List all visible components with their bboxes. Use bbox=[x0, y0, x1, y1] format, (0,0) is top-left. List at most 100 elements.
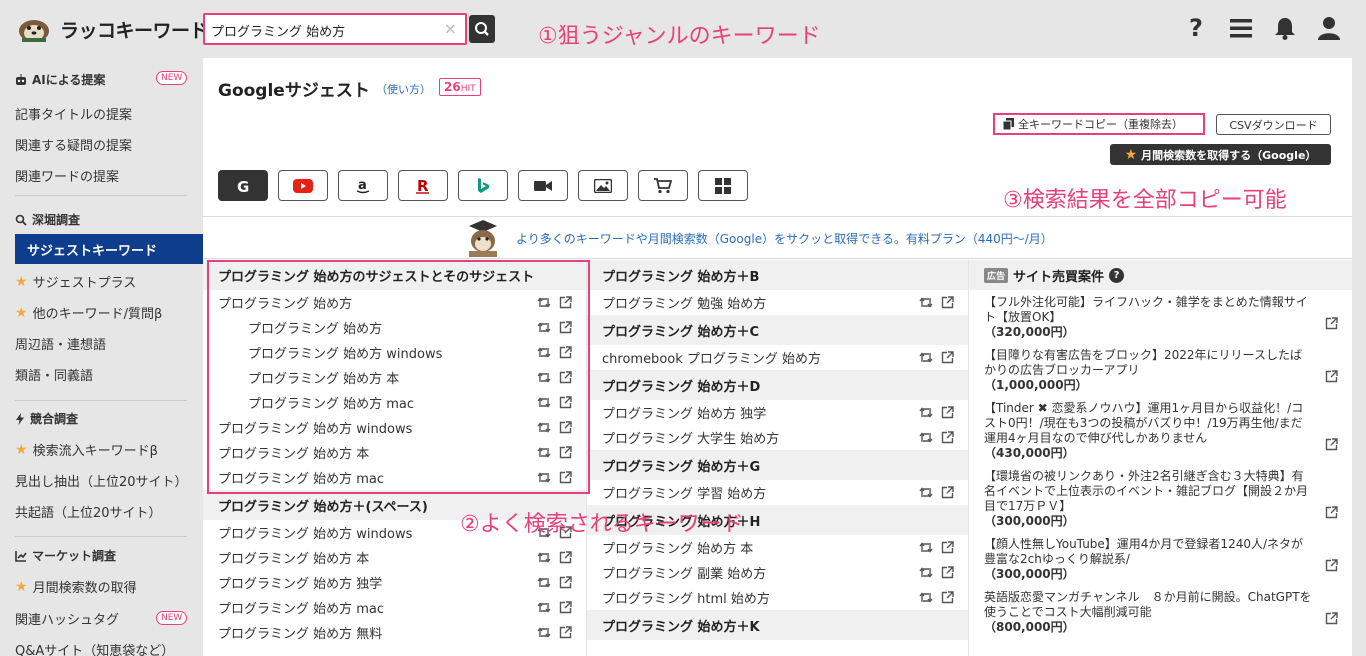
keyword-text[interactable]: プログラミング 始め方 無料 bbox=[218, 623, 382, 642]
sidebar-item-synonyms[interactable]: 類語・同義語 bbox=[15, 365, 93, 384]
menu-icon[interactable] bbox=[1230, 18, 1252, 42]
retweet-icon[interactable] bbox=[919, 566, 933, 579]
keyword-text[interactable]: プログラミング 始め方 windows bbox=[218, 523, 412, 542]
retweet-icon[interactable] bbox=[919, 541, 933, 554]
keyword-text[interactable]: プログラミング 始め方 本 bbox=[602, 538, 753, 557]
howto-link[interactable]: （使い方） bbox=[376, 81, 431, 97]
sidebar-item-cooccurrence[interactable]: 共起語（上位20サイト） bbox=[15, 502, 162, 521]
csv-download-button[interactable]: CSVダウンロード bbox=[1216, 114, 1331, 135]
sidebar-item-monthly-volume[interactable]: ★ 月間検索数の取得 bbox=[15, 577, 137, 597]
keyword-text[interactable]: chromebook プログラミング 始め方 bbox=[602, 348, 821, 367]
external-link-icon[interactable] bbox=[559, 576, 572, 589]
clear-icon[interactable]: × bbox=[444, 19, 457, 38]
retweet-icon[interactable] bbox=[919, 296, 933, 309]
help-icon[interactable]: ? bbox=[1109, 267, 1125, 283]
keyword-text[interactable]: プログラミング 始め方 独学 bbox=[602, 403, 766, 422]
site-sale-item[interactable]: 【Tinder ✖ 恋愛系ノウハウ】運用1ヶ月目から収益化！/コスト0円！/現在… bbox=[969, 401, 1352, 461]
site-sale-item[interactable]: 【環境省の被リンクあり・外注2名引継ぎ含む３大特典】有名イベントで上位表示のイベ… bbox=[969, 469, 1352, 529]
logo[interactable]: ラッコキーワード bbox=[14, 14, 209, 44]
external-link-icon[interactable] bbox=[941, 486, 954, 499]
external-link-icon[interactable] bbox=[1325, 438, 1338, 455]
keyword-text[interactable]: プログラミング 始め方 本 bbox=[218, 548, 369, 567]
retweet-icon[interactable] bbox=[537, 551, 551, 564]
retweet-icon[interactable] bbox=[919, 591, 933, 604]
keyword-row[interactable]: プログラミング 勉強 始め方 bbox=[587, 290, 968, 315]
help-icon[interactable]: ? bbox=[1186, 14, 1208, 46]
external-link-icon[interactable] bbox=[941, 431, 954, 444]
external-link-icon[interactable] bbox=[1325, 317, 1338, 334]
retweet-icon[interactable] bbox=[919, 406, 933, 419]
keyword-text[interactable]: プログラミング 始め方 独学 bbox=[218, 573, 382, 592]
copy-all-button[interactable]: 全キーワードコピー（重複除去） bbox=[993, 113, 1205, 135]
site-sale-item[interactable]: 【目障りな有害広告をブロック】2022年にリリースしたばかりの広告ブロッカーアプ… bbox=[969, 348, 1352, 393]
site-sale-item[interactable]: 英語版恋愛マンガチャンネル ８か月前に開設。ChatGPTを使うことでコスト大幅… bbox=[969, 590, 1352, 635]
sidebar-item-suggest-keyword[interactable]: サジェストキーワード bbox=[15, 234, 203, 264]
tab-video[interactable] bbox=[518, 170, 568, 201]
external-link-icon[interactable] bbox=[941, 591, 954, 604]
keyword-row[interactable]: プログラミング 始め方 独学 bbox=[203, 570, 586, 595]
keyword-text[interactable]: プログラミング 副業 始め方 bbox=[602, 563, 766, 582]
site-sale-title[interactable]: 【顔人性無しYouTube】運用4か月で登録者1240人/ネタが豊富な2chゆっ… bbox=[984, 537, 1312, 567]
external-link-icon[interactable] bbox=[559, 601, 572, 614]
sidebar-item-title-suggest[interactable]: 記事タイトルの提案 bbox=[15, 104, 132, 123]
site-sale-title[interactable]: 【Tinder ✖ 恋愛系ノウハウ】運用1ヶ月目から収益化！/コスト0円！/現在… bbox=[984, 401, 1312, 446]
retweet-icon[interactable] bbox=[537, 626, 551, 639]
keyword-row[interactable]: プログラミング html 始め方 bbox=[587, 585, 968, 610]
retweet-icon[interactable] bbox=[919, 351, 933, 364]
retweet-icon[interactable] bbox=[537, 601, 551, 614]
retweet-icon[interactable] bbox=[919, 486, 933, 499]
sidebar-item-related-words[interactable]: 周辺語・連想語 bbox=[15, 334, 106, 353]
site-sale-item[interactable]: 【フル外注化可能】ライフハック・雑学をまとめた情報サイト【放置OK】 （320,0… bbox=[969, 295, 1352, 340]
site-sale-title[interactable]: 英語版恋愛マンガチャンネル ８か月前に開設。ChatGPTを使うことでコスト大幅… bbox=[984, 590, 1312, 620]
external-link-icon[interactable] bbox=[1325, 506, 1338, 523]
tab-shopping[interactable] bbox=[638, 170, 688, 201]
search-input[interactable] bbox=[211, 19, 436, 41]
keyword-row[interactable]: プログラミング 始め方 独学 bbox=[587, 400, 968, 425]
external-link-icon[interactable] bbox=[941, 566, 954, 579]
sidebar-item-headings[interactable]: 見出し抽出（上位20サイト） bbox=[15, 471, 188, 490]
get-monthly-volume-button[interactable]: ★ 月間検索数を取得する（Google） bbox=[1110, 144, 1331, 165]
keyword-text[interactable]: プログラミング html 始め方 bbox=[602, 588, 770, 607]
sidebar-item-inflow-keywords[interactable]: ★ 検索流入キーワードβ bbox=[15, 440, 158, 460]
tab-google[interactable]: G bbox=[218, 170, 268, 201]
keyword-row[interactable]: プログラミング 始め方 本 bbox=[587, 535, 968, 560]
tab-amazon[interactable]: a bbox=[338, 170, 388, 201]
keyword-row[interactable]: プログラミング 始め方 mac bbox=[203, 595, 586, 620]
promo-link[interactable]: より多くのキーワードや月間検索数（Google）をサクッと取得できる。有料プラン… bbox=[516, 230, 1053, 247]
tab-youtube[interactable] bbox=[278, 170, 328, 201]
tab-app[interactable] bbox=[698, 170, 748, 201]
site-sale-title[interactable]: 【目障りな有害広告をブロック】2022年にリリースしたばかりの広告ブロッカーアプ… bbox=[984, 348, 1312, 378]
external-link-icon[interactable] bbox=[941, 351, 954, 364]
site-sale-title[interactable]: 【環境省の被リンクあり・外注2名引継ぎ含む３大特典】有名イベントで上位表示のイベ… bbox=[984, 469, 1312, 514]
site-sale-title[interactable]: 【フル外注化可能】ライフハック・雑学をまとめた情報サイト【放置OK】 bbox=[984, 295, 1312, 325]
search-button[interactable] bbox=[469, 15, 495, 43]
site-sale-item[interactable]: 【顔人性無しYouTube】運用4か月で登録者1240人/ネタが豊富な2chゆっ… bbox=[969, 537, 1352, 582]
external-link-icon[interactable] bbox=[559, 551, 572, 564]
external-link-icon[interactable] bbox=[941, 406, 954, 419]
user-icon[interactable] bbox=[1318, 16, 1340, 44]
external-link-icon[interactable] bbox=[1325, 370, 1338, 387]
keyword-row[interactable]: プログラミング 副業 始め方 bbox=[587, 560, 968, 585]
keyword-row[interactable]: プログラミング 始め方 無料 bbox=[203, 620, 586, 645]
sidebar-item-question-suggest[interactable]: 関連する疑問の提案 bbox=[15, 135, 132, 154]
retweet-icon[interactable] bbox=[537, 576, 551, 589]
sidebar-item-suggest-plus[interactable]: ★ サジェストプラス bbox=[15, 272, 136, 292]
keyword-text[interactable]: プログラミング 始め方 mac bbox=[218, 598, 384, 617]
sidebar-item-hashtags[interactable]: 関連ハッシュタグ bbox=[15, 609, 119, 628]
bell-icon[interactable] bbox=[1274, 16, 1296, 44]
keyword-row[interactable]: chromebook プログラミング 始め方 bbox=[587, 345, 968, 370]
retweet-icon[interactable] bbox=[919, 431, 933, 444]
external-link-icon[interactable] bbox=[559, 626, 572, 639]
sidebar-item-other-keywords[interactable]: ★ 他のキーワード/質問β bbox=[15, 303, 162, 323]
keyword-text[interactable]: プログラミング 学習 始め方 bbox=[602, 483, 766, 502]
external-link-icon[interactable] bbox=[1325, 612, 1338, 629]
keyword-row[interactable]: プログラミング 学習 始め方 bbox=[587, 480, 968, 505]
tab-bing[interactable] bbox=[458, 170, 508, 201]
sidebar-item-word-suggest[interactable]: 関連ワードの提案 bbox=[15, 166, 119, 185]
keyword-text[interactable]: プログラミング 勉強 始め方 bbox=[602, 293, 766, 312]
keyword-row[interactable]: プログラミング 大学生 始め方 bbox=[587, 425, 968, 450]
tab-rakuten[interactable]: R bbox=[398, 170, 448, 201]
sidebar-item-qa-sites[interactable]: Q&Aサイト（知恵袋など） bbox=[15, 640, 174, 656]
external-link-icon[interactable] bbox=[1325, 559, 1338, 576]
external-link-icon[interactable] bbox=[941, 541, 954, 554]
